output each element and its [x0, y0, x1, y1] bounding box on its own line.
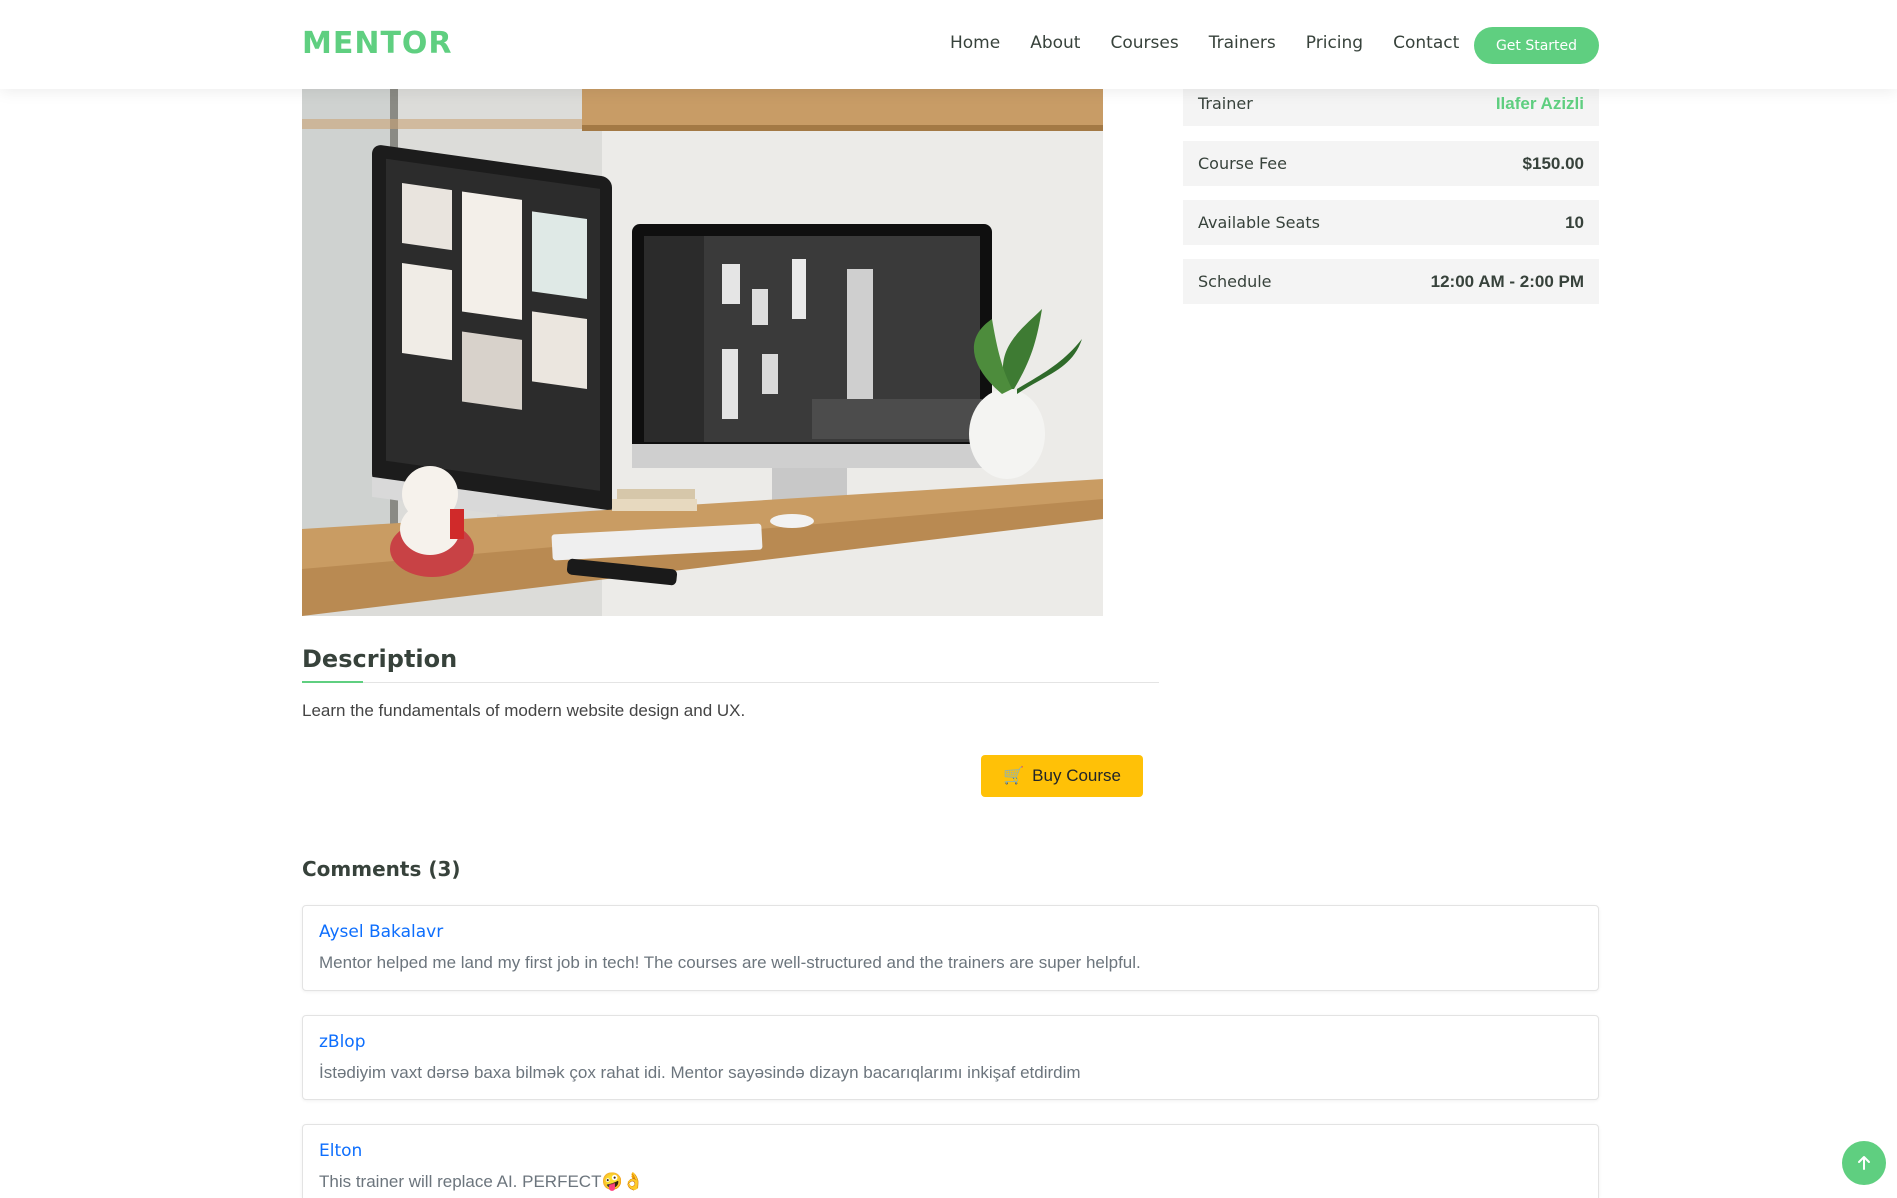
available-seats-value: 10 — [1565, 212, 1584, 232]
comment-item: zBlop İstədiyim vaxt dərsə baxa bilmək ç… — [302, 1015, 1599, 1100]
schedule-value: 12:00 AM - 2:00 PM — [1430, 271, 1584, 291]
trainer-link[interactable]: Ilafer Azizli — [1496, 94, 1584, 114]
nav-courses[interactable]: Courses — [1110, 33, 1178, 53]
main-nav: Home About Courses Trainers Pricing Cont… — [950, 33, 1489, 53]
buy-course-button[interactable]: 🛒 Buy Course — [981, 755, 1143, 797]
comment-author[interactable]: zBlop — [319, 1032, 1582, 1052]
comment-author[interactable]: Aysel Bakalavr — [319, 922, 1582, 942]
description-divider — [302, 682, 1159, 683]
comment-text: This trainer will replace AI. PERFECT🤪👌 — [319, 1172, 644, 1191]
nav-pricing[interactable]: Pricing — [1306, 33, 1363, 53]
available-seats-label: Available Seats — [1198, 213, 1320, 232]
schedule-row: Schedule 12:00 AM - 2:00 PM — [1183, 259, 1599, 304]
nav-contact[interactable]: Contact — [1393, 33, 1459, 53]
comment-item: Aysel Bakalavr Mentor helped me land my … — [302, 905, 1599, 991]
nav-trainers[interactable]: Trainers — [1209, 33, 1276, 53]
course-fee-label: Course Fee — [1198, 154, 1287, 173]
schedule-label: Schedule — [1198, 272, 1272, 291]
comments-heading: Comments (3) — [302, 857, 461, 881]
available-seats-row: Available Seats 10 — [1183, 200, 1599, 245]
site-header: MENTOR Home About Courses Trainers Prici… — [0, 0, 1897, 89]
comment-item: Elton This trainer will replace AI. PERF… — [302, 1124, 1599, 1198]
course-image — [302, 89, 1103, 616]
nav-home[interactable]: Home — [950, 33, 1000, 53]
description-text: Learn the fundamentals of modern website… — [302, 701, 746, 720]
comment-text: İstədiyim vaxt dərsə baxa bilmək çox rah… — [319, 1063, 1081, 1082]
logo[interactable]: MENTOR — [302, 26, 453, 61]
scroll-top-button[interactable] — [1842, 1141, 1886, 1185]
comment-text: Mentor helped me land my first job in te… — [319, 953, 1141, 972]
description-heading: Description — [302, 645, 458, 673]
description-divider-accent — [302, 681, 363, 683]
course-fee-value: $150.00 — [1522, 153, 1584, 173]
arrow-up-icon — [1858, 1156, 1870, 1170]
nav-about[interactable]: About — [1030, 33, 1080, 53]
get-started-button[interactable]: Get Started — [1474, 27, 1599, 64]
cart-icon: 🛒 — [1003, 766, 1025, 785]
trainer-label: Trainer — [1198, 94, 1253, 113]
course-fee-row: Course Fee $150.00 — [1183, 141, 1599, 186]
comment-author[interactable]: Elton — [319, 1141, 1582, 1161]
buy-course-label: Buy Course — [1032, 766, 1121, 785]
